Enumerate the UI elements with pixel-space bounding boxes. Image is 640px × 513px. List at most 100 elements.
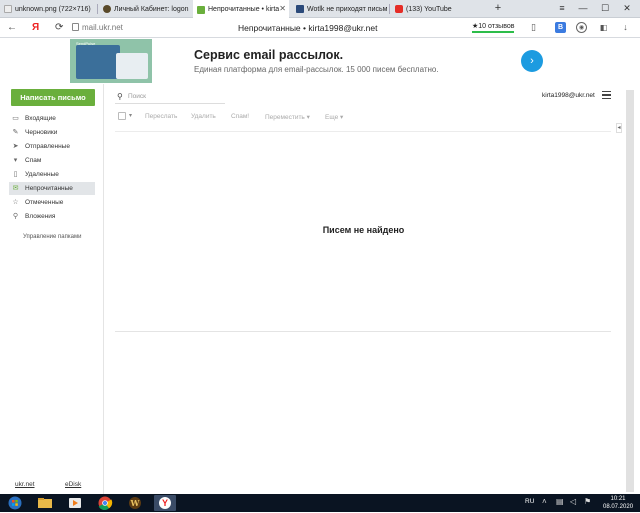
sidebar-item[interactable]: ✎ Черновики — [9, 126, 95, 139]
tab-label: Wotlk не приходят письм — [307, 5, 388, 13]
sidebar-item-label: Входящие — [25, 115, 56, 122]
mail-toolbar: ▾ Переслать Удалить Спам! Переместить ▾ … — [115, 110, 620, 126]
ad-title: Сервис email рассылок. — [194, 48, 344, 62]
compose-button[interactable]: Написать письмо — [11, 89, 95, 106]
user-email[interactable]: kirta1998@ukr.net — [542, 92, 595, 99]
sidebar-item-label: Спам — [25, 157, 42, 164]
sidebar-item[interactable]: ☆ Отмеченные — [9, 196, 95, 209]
divider — [115, 331, 611, 332]
sidebar-item-label: Отправленные — [25, 143, 70, 150]
trash-icon: ▯ — [13, 171, 18, 178]
browser-menu-icon[interactable]: ≡ — [555, 2, 569, 14]
back-icon[interactable]: ← — [7, 22, 17, 34]
file-explorer-icon[interactable] — [34, 495, 56, 511]
ad-banner[interactable]: SendPulse Сервис email рассылок. Единая … — [70, 39, 548, 83]
unread-icon: ✉ — [12, 185, 19, 192]
sidebar: Написать письмо ▭ Входящие ✎ Черновики ➤ Отпр… — [0, 84, 104, 494]
sidebar-item[interactable]: ➤ Отправленные — [9, 140, 95, 153]
chrome-icon[interactable] — [94, 495, 116, 511]
language-indicator[interactable]: RU — [525, 498, 534, 505]
collapse-arrow-icon[interactable]: ◂ — [616, 123, 622, 133]
ad-brand: SendPulse — [76, 41, 96, 46]
search-input[interactable]: Поиск — [128, 93, 146, 100]
minimize-icon[interactable]: — — [576, 2, 590, 14]
sidebar-item-label: Черновики — [25, 129, 58, 136]
sidebar-item-label: Вложения — [25, 213, 56, 220]
url-text[interactable]: mail.ukr.net — [82, 23, 123, 32]
tab-label: unknown.png (722×716) — [15, 5, 91, 13]
star-icon: ☆ — [12, 199, 19, 206]
extension-icon[interactable]: ◉ — [576, 22, 587, 33]
inbox-icon: ▭ — [12, 115, 19, 122]
menu-icon[interactable] — [602, 91, 611, 99]
divider — [115, 131, 611, 132]
mail-list-panel: ⚲ Поиск kirta1998@ukr.net ▾ Переслать Уд… — [105, 84, 622, 494]
start-button[interactable] — [4, 495, 26, 511]
attachment-icon: ⚲ — [12, 213, 19, 220]
manage-folders-link[interactable]: Управление папками — [23, 234, 81, 240]
wow-icon[interactable]: W — [124, 495, 146, 511]
ukrnet-icon — [197, 5, 205, 14]
sidebar-item[interactable]: ▾ Спам — [9, 154, 95, 167]
ad-arrow-button[interactable]: › — [521, 50, 543, 72]
empty-state-message: Писем не найдено — [322, 225, 405, 235]
bookmark-icon[interactable]: ▯ — [528, 22, 539, 33]
ad-subtitle: Единая платформа для email-рассылок. 15 … — [194, 65, 439, 74]
sidebar-item[interactable]: ⚲ Вложения — [9, 210, 95, 223]
select-all-checkbox[interactable] — [118, 112, 126, 120]
yandex-icon[interactable]: Я — [32, 22, 39, 34]
sidebar-item[interactable]: ▭ Входящие — [9, 112, 95, 125]
clock[interactable]: 10:21 08.07.2020 — [603, 495, 633, 511]
close-tab-icon[interactable]: ✕ — [279, 4, 286, 13]
page-title: Непрочитанные • kirta1998@ukr.net — [238, 23, 378, 33]
spam-icon: ▾ — [13, 157, 18, 164]
tab-label: (133) YouTube — [406, 5, 452, 13]
reviews-badge[interactable]: ★10 отзывов — [472, 22, 515, 33]
browser-tab[interactable]: unknown.png (722×716) — [0, 0, 96, 18]
tray-arrow-icon[interactable]: ˄ — [542, 497, 547, 506]
maximize-icon[interactable]: ☐ — [598, 2, 612, 14]
ad-image: SendPulse — [70, 39, 152, 83]
edisk-footer-link[interactable]: eDisk — [65, 481, 81, 488]
move-button[interactable]: Переместить ▾ — [265, 113, 310, 121]
refresh-icon[interactable]: ⟳ — [55, 22, 63, 34]
youtube-icon — [395, 5, 403, 13]
flag-icon[interactable]: ⚑ — [584, 497, 591, 506]
spam-button[interactable]: Спам! — [231, 113, 249, 120]
network-icon[interactable]: ▤ — [556, 497, 564, 506]
ukrnet-footer-link[interactable]: ukr.net — [15, 481, 35, 488]
clock-date: 08.07.2020 — [603, 504, 634, 510]
forward-button[interactable]: Переслать — [145, 113, 177, 120]
yandex-account-icon[interactable]: ◧ — [598, 22, 609, 33]
search-box[interactable]: ⚲ Поиск — [115, 90, 225, 104]
close-window-icon[interactable]: ✕ — [620, 2, 634, 14]
clock-time: 10:21 — [610, 496, 626, 502]
browser-tab-bar: unknown.png (722×716) Личный Кабинет: lo… — [0, 0, 640, 19]
svg-text:Y: Y — [162, 498, 168, 508]
draft-icon: ✎ — [12, 129, 19, 136]
image-icon — [4, 5, 12, 13]
volume-icon[interactable]: ◁ — [570, 497, 576, 506]
select-dropdown-icon[interactable]: ▾ — [129, 112, 132, 119]
browser-tab[interactable]: (133) YouTube — [391, 0, 487, 18]
scrollbar[interactable] — [626, 90, 634, 492]
browser-tab[interactable]: Личный Кабинет: logon — [99, 0, 191, 18]
new-tab-button[interactable]: + — [492, 2, 504, 14]
media-player-icon[interactable] — [64, 495, 86, 511]
delete-button[interactable]: Удалить — [191, 113, 216, 120]
lock-icon — [72, 23, 79, 31]
sidebar-item[interactable]: ✉ Непрочитанные — [9, 182, 95, 195]
sidebar-item-label: Отмеченные — [25, 199, 64, 206]
yandex-browser-icon[interactable]: Y — [154, 495, 176, 511]
browser-tab-active[interactable]: Непрочитанные • kirta ✕ — [193, 0, 289, 19]
svg-text:W: W — [130, 498, 141, 508]
sidebar-item[interactable]: ▯ Удаленные — [9, 168, 95, 181]
tab-label: Непрочитанные • kirta — [208, 6, 280, 13]
sidebar-item-label: Непрочитанные — [25, 185, 73, 192]
download-icon[interactable]: ↓ — [620, 22, 631, 33]
shield-icon — [103, 5, 111, 13]
more-button[interactable]: Еще ▾ — [325, 113, 343, 121]
vk-icon[interactable]: B — [555, 22, 566, 33]
browser-tab[interactable]: Wotlk не приходят письм — [292, 0, 388, 18]
sidebar-item-label: Удаленные — [25, 171, 59, 178]
